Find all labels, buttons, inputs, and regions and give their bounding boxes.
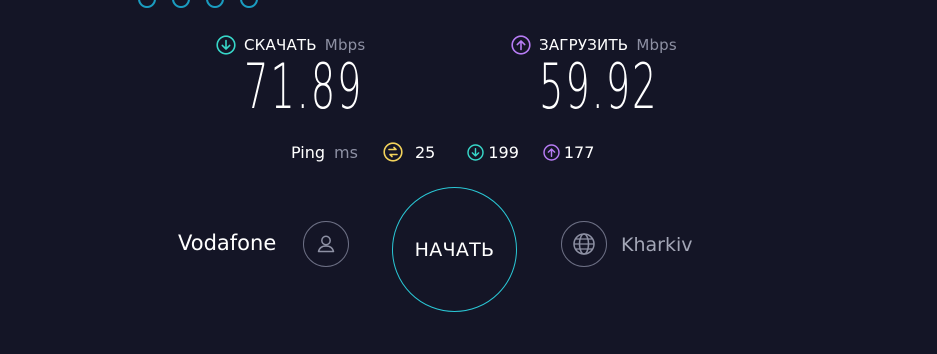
arrow-down-circle-icon [467,143,485,161]
arrow-up-circle-icon [543,143,560,161]
arrow-down-circle-icon [216,35,236,55]
ping-idle-value: 25 [414,142,436,162]
download-speed-value: 71.89 [244,50,364,123]
ping-unit: ms [334,142,358,162]
arrow-up-circle-icon [511,35,531,55]
user-icon [314,232,338,256]
top-indicator-dot [240,0,258,8]
globe-icon [571,231,597,257]
provider-name: Vodafone [178,231,277,255]
server-button[interactable] [561,221,607,267]
ping-idle: 25 [383,142,435,162]
start-button-label: НАЧАТЬ [414,238,495,261]
top-indicator-dot [206,0,224,8]
ping-upload: 177 [543,142,595,162]
start-test-button[interactable]: НАЧАТЬ [392,187,517,312]
top-indicator-dot [172,0,190,8]
upload-speed-value: 59.92 [539,50,659,123]
speedtest-panel: СКАЧАТЬ Mbps 71.89 ЗАГРУЗИТЬ Mbps 59.92 … [0,0,937,354]
ping-label: Ping [291,142,326,162]
server-name: Kharkiv [621,234,693,256]
ping-download-value: 199 [488,142,519,162]
provider-button[interactable] [303,221,349,267]
ping-download: 199 [467,143,519,162]
top-indicator-dot [138,0,156,8]
ping-idle-icon [383,142,403,162]
ping-upload-value: 177 [563,142,595,162]
ping-row: Ping ms 25 199 177 [291,140,594,164]
